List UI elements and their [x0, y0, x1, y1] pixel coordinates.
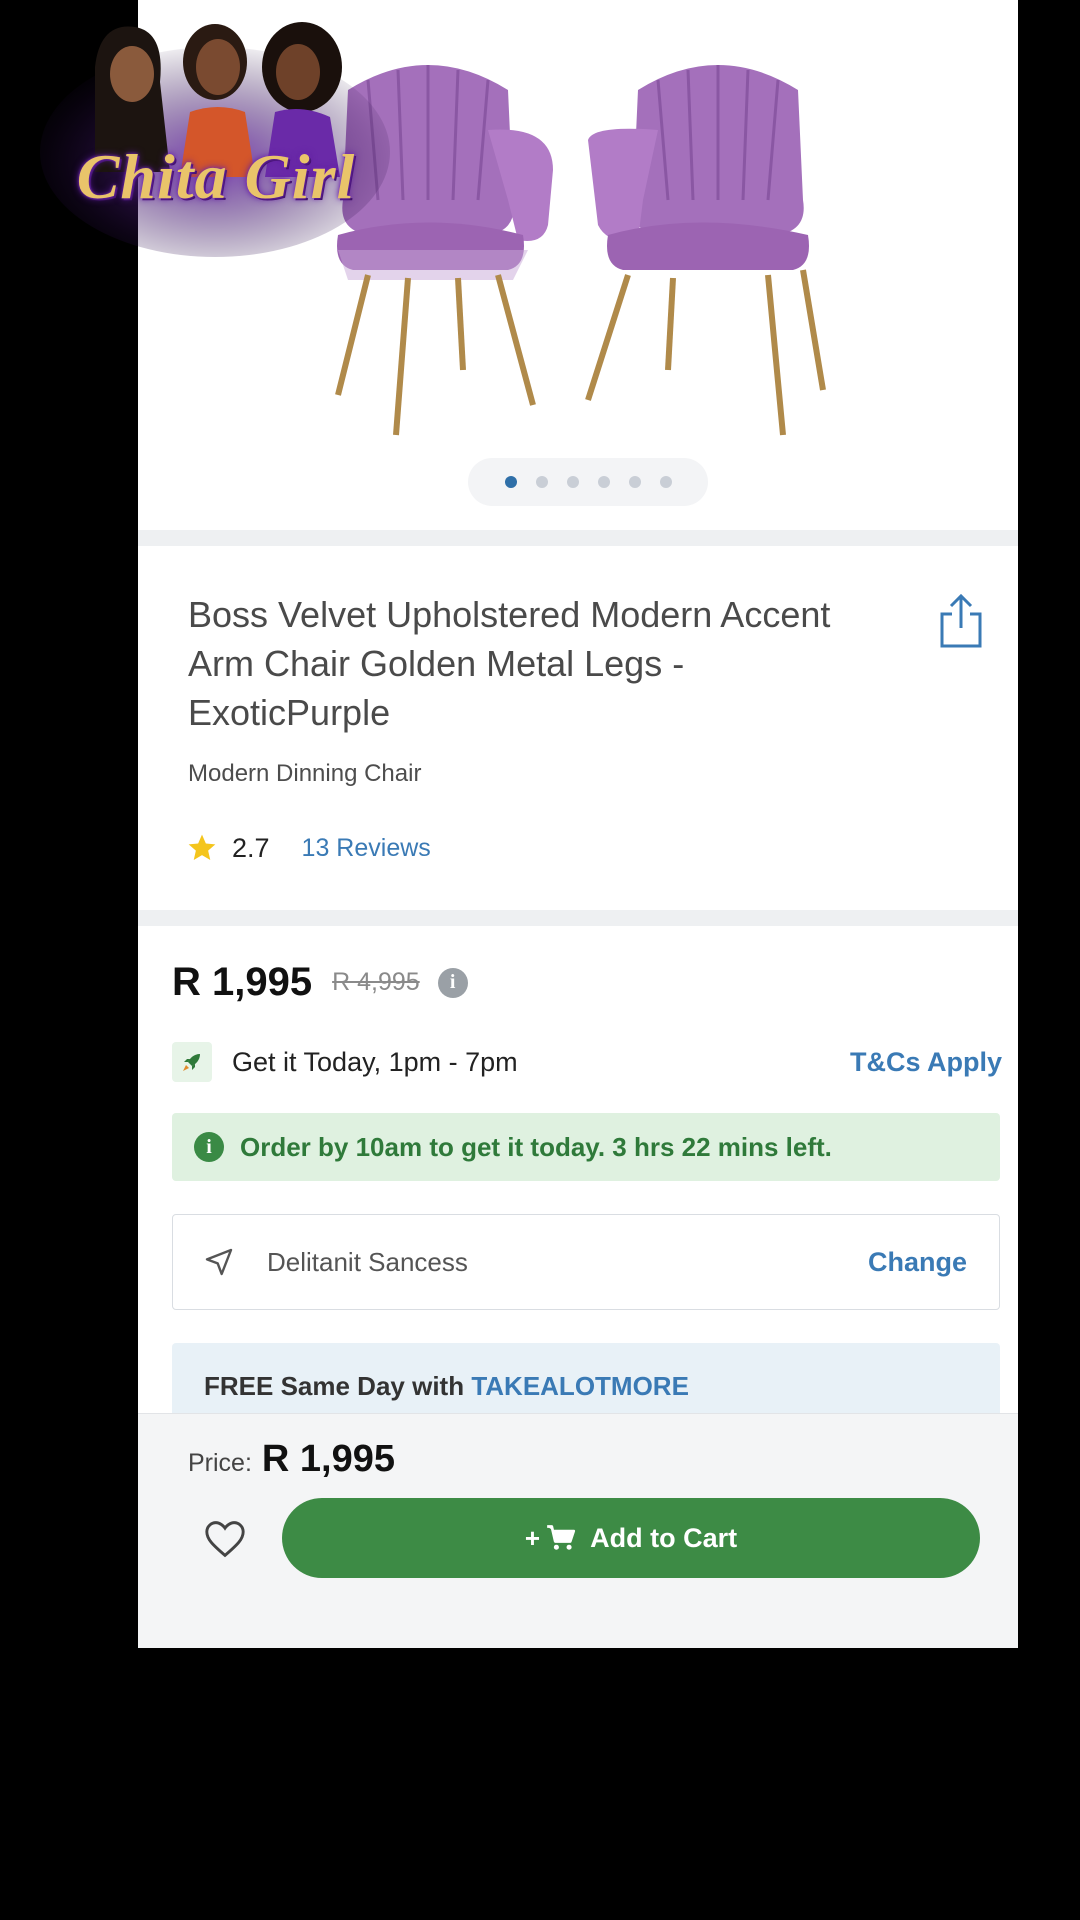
star-icon — [188, 834, 216, 860]
free-delivery-banner[interactable]: FREE Same Day with TAKEALOTMORE — [172, 1343, 1000, 1423]
delivery-row: Get it Today, 1pm - 7pm T&Cs Apply — [172, 1040, 1002, 1084]
product-subtitle: Modern Dinning Chair — [188, 760, 422, 787]
section-divider — [138, 530, 1018, 546]
gallery-dot[interactable] — [535, 476, 548, 488]
share-icon[interactable] — [938, 592, 984, 650]
price-label: Price: — [188, 1449, 252, 1477]
wishlist-button[interactable] — [200, 1514, 250, 1564]
add-to-cart-button[interactable]: + Add to Cart — [282, 1498, 980, 1578]
gallery-dot[interactable] — [566, 476, 579, 488]
free-delivery-text: FREE Same Day with TAKEALOTMORE — [204, 1371, 689, 1402]
price-value: R 1,995 — [261, 1438, 395, 1480]
chita-girl-logo: Chita Girl — [40, 12, 390, 257]
free-delivery-prefix: FREE Same Day with — [204, 1371, 465, 1401]
navigation-arrow-icon — [205, 1248, 233, 1276]
terms-link[interactable]: T&Cs Apply — [850, 1047, 1002, 1078]
info-icon[interactable]: i — [437, 967, 468, 998]
price-row: R 1,995 R 4,995 i — [172, 960, 468, 1005]
bottom-action-bar: Price: R 1,995 + Add to Cart — [138, 1413, 1018, 1648]
add-to-cart-label: Add to Cart — [590, 1522, 738, 1553]
bottom-price: Price: R 1,995 — [188, 1438, 395, 1481]
change-location-link[interactable]: Change — [868, 1247, 967, 1278]
order-deadline-banner: i Order by 10am to get it today. 3 hrs 2… — [172, 1113, 1000, 1181]
reviews-link[interactable]: 13 Reviews — [302, 834, 431, 863]
gallery-pagination[interactable] — [468, 458, 708, 506]
location-text: Delitanit Sancess — [267, 1246, 468, 1277]
section-divider — [138, 910, 1018, 926]
heart-icon — [205, 1521, 245, 1558]
add-plus: + — [524, 1522, 541, 1553]
rating-row: 2.7 13 Reviews — [186, 830, 431, 866]
product-title: Boss Velvet Upholstered Modern Accent Ar… — [188, 594, 831, 733]
gallery-dot-active[interactable] — [504, 476, 517, 488]
gallery-dot[interactable] — [628, 476, 641, 488]
rating-value: 2.7 — [232, 832, 270, 863]
chair-image-right — [585, 65, 826, 436]
info-icon: i — [194, 1132, 224, 1162]
current-price: R 1,995 — [172, 960, 313, 1004]
gallery-dot[interactable] — [659, 476, 672, 488]
delivery-window: Get it Today, 1pm - 7pm — [232, 1046, 518, 1077]
logo-portraits — [40, 22, 390, 257]
delivery-location[interactable]: Delitanit Sancess Change — [172, 1214, 1000, 1310]
takealotmore-link[interactable]: TAKEALOTMORE — [471, 1371, 689, 1401]
cart-icon — [547, 1525, 576, 1550]
rocket-icon — [172, 1042, 212, 1082]
logo-text: Chita Girl — [76, 141, 356, 212]
gallery-dot[interactable] — [597, 476, 610, 488]
order-deadline-text: Order by 10am to get it today. 3 hrs 22 … — [240, 1131, 832, 1162]
old-price: R 4,995 — [332, 968, 420, 996]
